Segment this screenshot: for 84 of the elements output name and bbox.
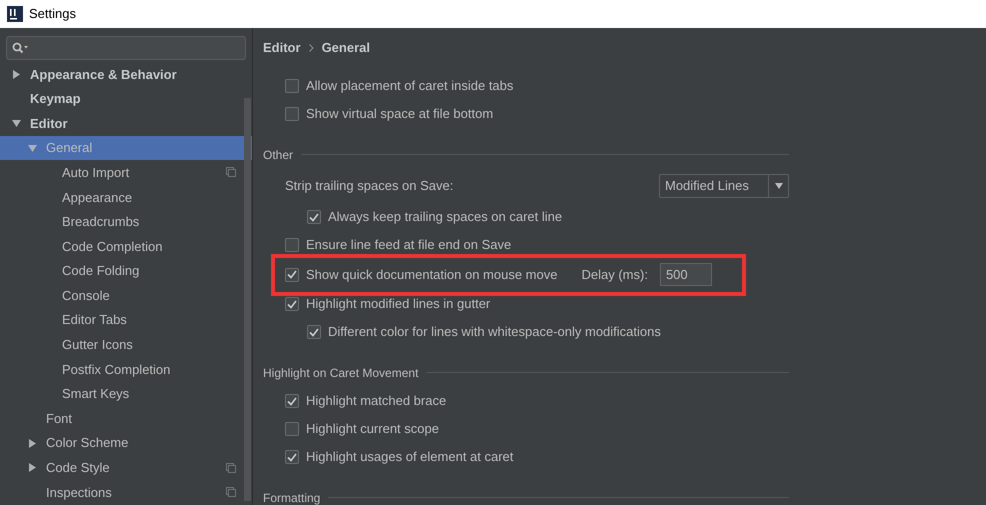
checkbox[interactable] [285,79,299,93]
tree-item-label: Auto Import [62,164,130,182]
check-icon [309,328,319,336]
tree-item[interactable]: Auto Import [0,160,252,185]
tree-item-label: Keymap [30,90,81,108]
scrollbar[interactable] [244,98,251,501]
copy-icon [226,167,236,178]
tree-item[interactable]: Postfix Completion [0,357,252,382]
collapsed-triangle-icon[interactable] [28,463,37,472]
tree-item-label: Editor [30,114,68,133]
checkbox-label: Show virtual space at file bottom [306,105,494,124]
check-icon [287,270,297,279]
checkbox[interactable] [307,325,321,339]
window-title: Settings [29,5,76,24]
dropdown[interactable]: Modified Lines [659,174,789,198]
tree-item-label: Appearance & Behavior [30,66,177,84]
checkbox[interactable] [285,268,299,282]
checkbox[interactable] [285,297,299,311]
tree-item[interactable]: Code Style [0,456,252,480]
check-icon [287,452,297,462]
tree-item-label: Postfix Completion [62,360,170,379]
tree-item[interactable]: Keymap [0,86,252,112]
section-title: Formatting [263,490,320,505]
app-logo-icon [7,6,23,22]
checkbox[interactable] [285,394,299,408]
tree-item-label: Code Completion [62,238,162,256]
checkbox[interactable] [307,210,321,224]
tree-item-label: Smart Keys [62,385,130,404]
checkbox-label: Show quick documentation on mouse move [306,266,558,284]
tree-item[interactable]: Appearance & Behavior [0,62,252,87]
tree-item-label: Console [62,286,110,305]
checkbox-label: Always keep trailing spaces on caret line [328,208,562,226]
tree-item[interactable]: Code Folding [0,258,252,284]
checkbox[interactable] [285,107,299,121]
tree-item[interactable]: Breadcrumbs [0,210,252,234]
tree-item[interactable]: Color Scheme [0,430,252,456]
tree-item-label: Gutter Icons [62,336,133,354]
copy-icon [226,462,236,472]
tree-item-label: Editor Tabs [62,311,127,330]
tree-item-label: Color Scheme [46,434,128,452]
checkbox-label: Highlight modified lines in gutter [306,295,490,314]
tree-item-label: Breadcrumbs [62,213,140,232]
dropdown-arrow-icon [774,183,782,189]
chevron-right-icon [308,44,314,52]
delay-input[interactable]: 500 [660,263,712,286]
checkbox-label: Ensure line feed at file end on Save [306,236,512,254]
tree-item[interactable]: Smart Keys [0,382,252,406]
tree-item[interactable]: Console [0,283,252,308]
tree-item-label: Font [46,410,72,428]
check-icon [287,396,297,406]
checkbox[interactable] [285,422,299,436]
section-title: Other [263,146,294,164]
section-title: Highlight on Caret Movement [263,364,418,382]
checkbox-label: Highlight current scope [306,420,439,438]
checkbox-label: Highlight matched brace [306,392,446,410]
checkbox-label: Highlight usages of element at caret [306,448,514,466]
tree-item[interactable]: Font [0,406,252,431]
breadcrumb-item: Editor [263,39,301,58]
breadcrumb-item: General [322,39,370,58]
tree-item-label: Appearance [62,188,132,207]
checkbox[interactable] [285,450,299,464]
tree-item-label: Code Folding [62,262,140,280]
tree-item-label: Code Style [46,459,110,478]
field-label: Delay (ms): [581,266,648,284]
tree-item[interactable]: Inspections [0,480,252,505]
search-icon [12,42,29,54]
checkbox-label: Allow placement of caret inside tabs [306,77,514,96]
tree-item[interactable]: Gutter Icons [0,332,252,358]
checkbox[interactable] [285,238,299,252]
copy-icon [226,487,236,498]
setting-label: Strip trailing spaces on Save: [285,177,454,196]
expanded-triangle-icon[interactable] [12,118,21,128]
tree-item[interactable]: Appearance [0,184,252,210]
check-icon [287,300,297,308]
collapsed-triangle-icon[interactable] [28,438,37,448]
tree-item[interactable]: Editor Tabs [0,308,252,333]
checkbox-label: Different color for lines with whitespace-only modifications [328,323,661,342]
tree-item[interactable]: Code Completion [0,234,252,259]
collapsed-triangle-icon[interactable] [12,70,21,79]
tree-item-label: Inspections [46,484,112,502]
tree-item-label: General [46,139,92,158]
tree-item[interactable]: Editor [0,111,252,136]
check-icon [309,212,319,222]
search-field[interactable] [6,36,246,60]
